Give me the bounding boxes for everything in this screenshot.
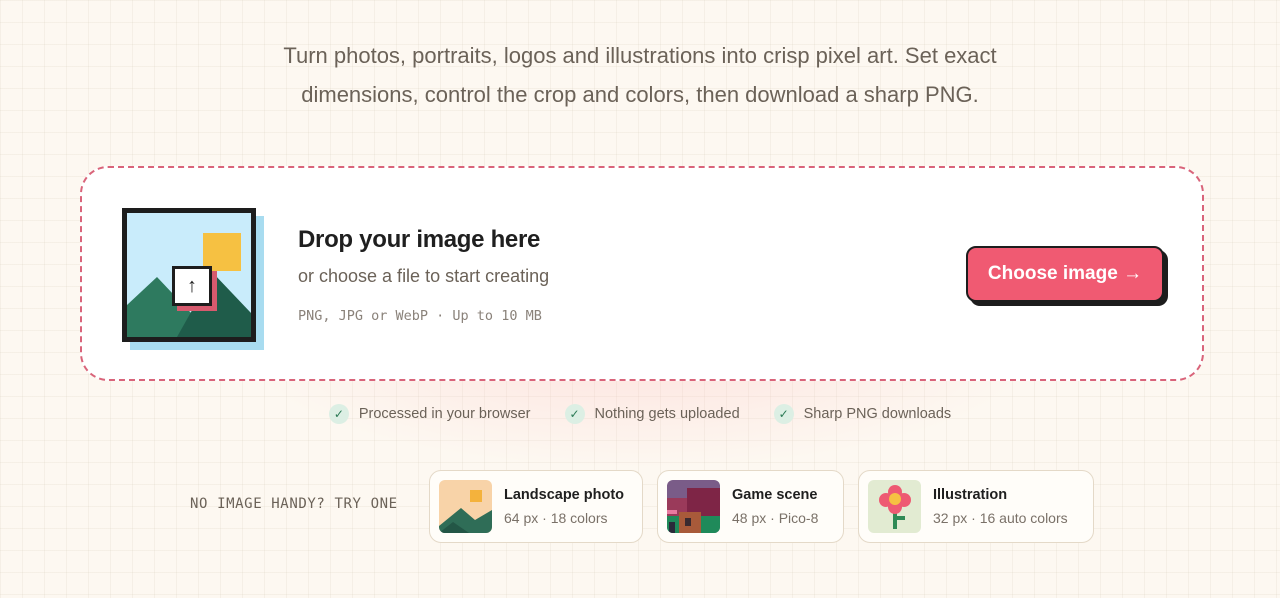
feature-label: Nothing gets uploaded (594, 406, 740, 422)
sample-images-label: NO IMAGE HANDY? TRY ONE (190, 496, 398, 512)
check-icon: ✓ (564, 404, 585, 424)
lead-text: Turn photos, portraits, logos and illust… (0, 36, 1280, 114)
choose-image-button[interactable]: Choose image → (966, 246, 1164, 302)
feature-item: ✓ Sharp PNG downloads (773, 404, 952, 424)
sample-name: Illustration (933, 487, 1008, 503)
sample-meta: 48 px · Pico-8 (732, 510, 819, 526)
image-dropzone[interactable]: ↑ Drop your image here or choose a file … (80, 166, 1204, 381)
sample-game-scene[interactable]: Game scene 48 px · Pico-8 (657, 470, 844, 543)
sample-meta: 64 px · 18 colors (504, 510, 608, 526)
sample-name: Game scene (732, 487, 818, 503)
check-icon: ✓ (328, 404, 349, 424)
sample-meta: 32 px · 16 auto colors (933, 510, 1068, 526)
feature-item: ✓ Nothing gets uploaded (564, 404, 740, 424)
flower-thumbnail-icon (868, 480, 921, 533)
sample-illustration[interactable]: Illustration 32 px · 16 auto colors (858, 470, 1094, 543)
landscape-thumbnail-icon (439, 480, 492, 533)
lead-line-2: dimensions, control the crop and colors,… (301, 82, 979, 107)
game-scene-thumbnail-icon (667, 480, 720, 533)
feature-item: ✓ Processed in your browser (328, 404, 531, 424)
check-icon: ✓ (773, 404, 794, 424)
lead-line-1: Turn photos, portraits, logos and illust… (283, 43, 997, 68)
feature-list: ✓ Processed in your browser ✓ Nothing ge… (0, 404, 1280, 424)
dropzone-subtitle: or choose a file to start creating (298, 266, 550, 286)
feature-label: Sharp PNG downloads (803, 406, 952, 422)
dropzone-file-hint: PNG, JPG or WebP · Up to 10 MB (298, 308, 542, 324)
upload-illustration: ↑ (122, 208, 264, 350)
dropzone-title: Drop your image here (298, 226, 541, 253)
sample-landscape-photo[interactable]: Landscape photo 64 px · 18 colors (429, 470, 643, 543)
upload-arrow-icon: ↑ (172, 266, 212, 306)
sample-name: Landscape photo (504, 487, 625, 503)
feature-label: Processed in your browser (358, 406, 531, 422)
